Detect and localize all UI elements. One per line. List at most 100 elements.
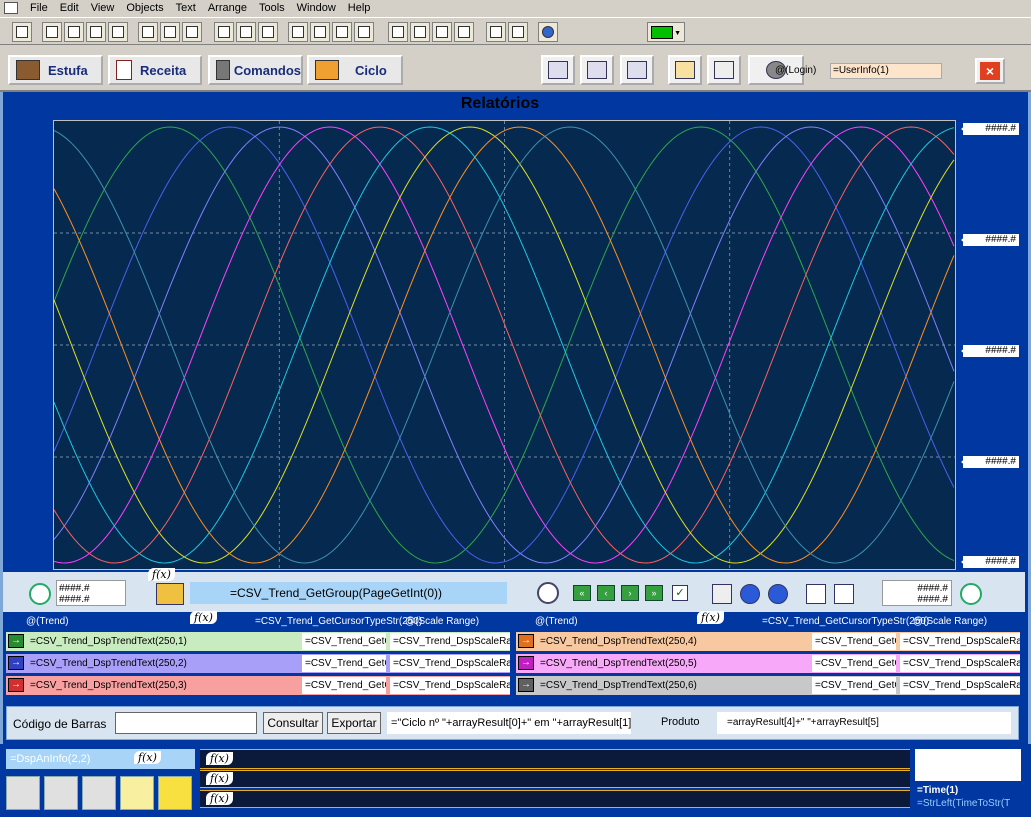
pen-arrow-icon[interactable]: → [518,634,534,648]
speaker-icon[interactable] [6,776,40,810]
pen-row[interactable]: → =CSV_Trend_DspTrendText(250,5) =CSV_Tren… [516,654,1020,673]
cut-icon[interactable] [288,22,308,42]
tool-icon[interactable] [42,22,62,42]
fx-icon: f(x) [134,751,161,764]
pen-arrow-icon[interactable]: → [518,656,534,670]
trend-group: =CSV_Trend_GetGroup(PageGetInt(0)) [190,582,507,604]
pen-row[interactable]: → =CSV_Trend_DspTrendText(250,1) =CSV_Tren… [6,632,510,651]
autoscale-icon[interactable] [806,584,826,604]
menu-text[interactable]: Text [170,1,202,15]
tool-icon[interactable] [138,22,158,42]
menu-view[interactable]: View [85,1,121,15]
menu-tools[interactable]: Tools [253,1,291,15]
tool-icon[interactable] [64,22,84,42]
menu-arrange[interactable]: Arrange [202,1,253,15]
menu-edit[interactable]: Edit [54,1,85,15]
copy-icon[interactable] [310,22,330,42]
end-value: ####.# ####.# [882,580,952,606]
close-button[interactable]: × [975,58,1005,84]
trend-chart[interactable] [53,120,956,570]
estufa-button[interactable]: Estufa [8,55,103,85]
new-icon[interactable] [214,22,234,42]
clock-icon[interactable] [29,583,51,605]
menu-bar: File Edit View Objects Text Arrange Tool… [0,0,1031,16]
paste-icon[interactable] [332,22,352,42]
printer-icon [714,61,734,79]
clock-icon[interactable] [960,583,982,605]
barcode-input[interactable] [115,712,257,734]
tool-icon[interactable] [86,22,106,42]
warning-icon[interactable] [158,776,192,810]
pen-name: =CSV_Trend_DspTrendText(250,1) [30,636,187,647]
y-axis-label: ####.# [961,123,1019,135]
tool-icon[interactable] [108,22,128,42]
save-icon[interactable] [258,22,278,42]
cursor-header: =CSV_Trend_GetCursorTypeStr(250) [255,616,423,627]
menu-file[interactable]: File [24,1,54,15]
ciclo-button[interactable]: Ciclo [307,55,403,85]
receita-label: Receita [140,62,187,78]
pen-arrow-icon[interactable]: → [8,634,24,648]
help-icon[interactable] [538,22,558,42]
menu-objects[interactable]: Objects [120,1,169,15]
receita-button[interactable]: Receita [108,55,202,85]
alarm-summary-icon[interactable] [44,776,78,810]
alarm-row[interactable]: f(x) [200,770,910,788]
comandos-icon [216,60,230,80]
pen-scale-range: =CSV_Trend_DspScaleRange [390,655,510,672]
graph-button[interactable] [580,55,614,85]
pen-row[interactable]: → =CSV_Trend_DspTrendText(250,3) =CSV_Tren… [6,676,510,695]
trend-settings-icon[interactable] [712,584,732,604]
exportar-button[interactable]: Exportar [327,712,381,734]
fx-icon: f(x) [190,611,217,624]
tool-icon[interactable] [12,22,32,42]
undo-icon[interactable] [354,22,374,42]
scroll-far-right-icon[interactable]: » [645,585,663,601]
time-icon[interactable] [537,582,559,604]
trend-view-button[interactable] [541,55,575,85]
tool-icon[interactable] [454,22,474,42]
comandos-button[interactable]: Comandos [208,55,303,85]
consultar-button[interactable]: Consultar [263,712,323,734]
network-icon[interactable] [82,776,116,810]
table-button[interactable] [620,55,654,85]
pen-row[interactable]: → =CSV_Trend_DspTrendText(250,6) =CSV_Tren… [516,676,1020,695]
page-title: Relatórios [460,95,540,112]
pen-arrow-icon[interactable]: → [8,656,24,670]
pen-arrow-icon[interactable]: → [8,678,24,692]
scroll-far-left-icon[interactable]: « [573,585,591,601]
tool-icon[interactable] [410,22,430,42]
tool-icon[interactable] [160,22,180,42]
tool-icon[interactable] [486,22,506,42]
scroll-left-icon[interactable]: ‹ [597,585,615,601]
checkbox[interactable]: ✓ [672,585,688,601]
tool-icon[interactable] [432,22,452,42]
warning-list-icon[interactable] [120,776,154,810]
pen-row[interactable]: → =CSV_Trend_DspTrendText(250,4) =CSV_Tren… [516,632,1020,651]
start-value: ####.# ####.# [56,580,126,606]
estufa-icon [16,60,40,80]
alarm-row[interactable]: f(x) [200,749,910,769]
open-icon[interactable] [236,22,256,42]
tool-icon[interactable] [182,22,202,42]
alarm-row[interactable]: f(x) [200,790,910,808]
scroll-right-icon[interactable]: › [621,585,639,601]
folder-icon[interactable] [156,583,184,605]
pen-row[interactable]: → =CSV_Trend_DspTrendText(250,2) =CSV_Tren… [6,654,510,673]
fx-icon: f(x) [206,792,233,805]
clipboard-button[interactable] [668,55,702,85]
color-picker[interactable]: ▼ [647,22,685,42]
pen-cursor-value: =CSV_Trend_GetC [812,655,896,672]
menu-window[interactable]: Window [291,1,342,15]
tool-icon[interactable] [508,22,528,42]
zoom-out-icon[interactable] [768,584,788,604]
undo-zoom-icon[interactable] [834,584,854,604]
toolbar: ▼ [0,17,1031,45]
produto-value: =arrayResult[4]+" "+arrayResult[5] [717,712,1011,734]
pen-arrow-icon[interactable]: → [518,678,534,692]
print-button[interactable] [707,55,741,85]
zoom-in-icon[interactable] [740,584,760,604]
menu-help[interactable]: Help [342,1,377,15]
barcode-label: Código de Barras [13,717,107,731]
tool-icon[interactable] [388,22,408,42]
